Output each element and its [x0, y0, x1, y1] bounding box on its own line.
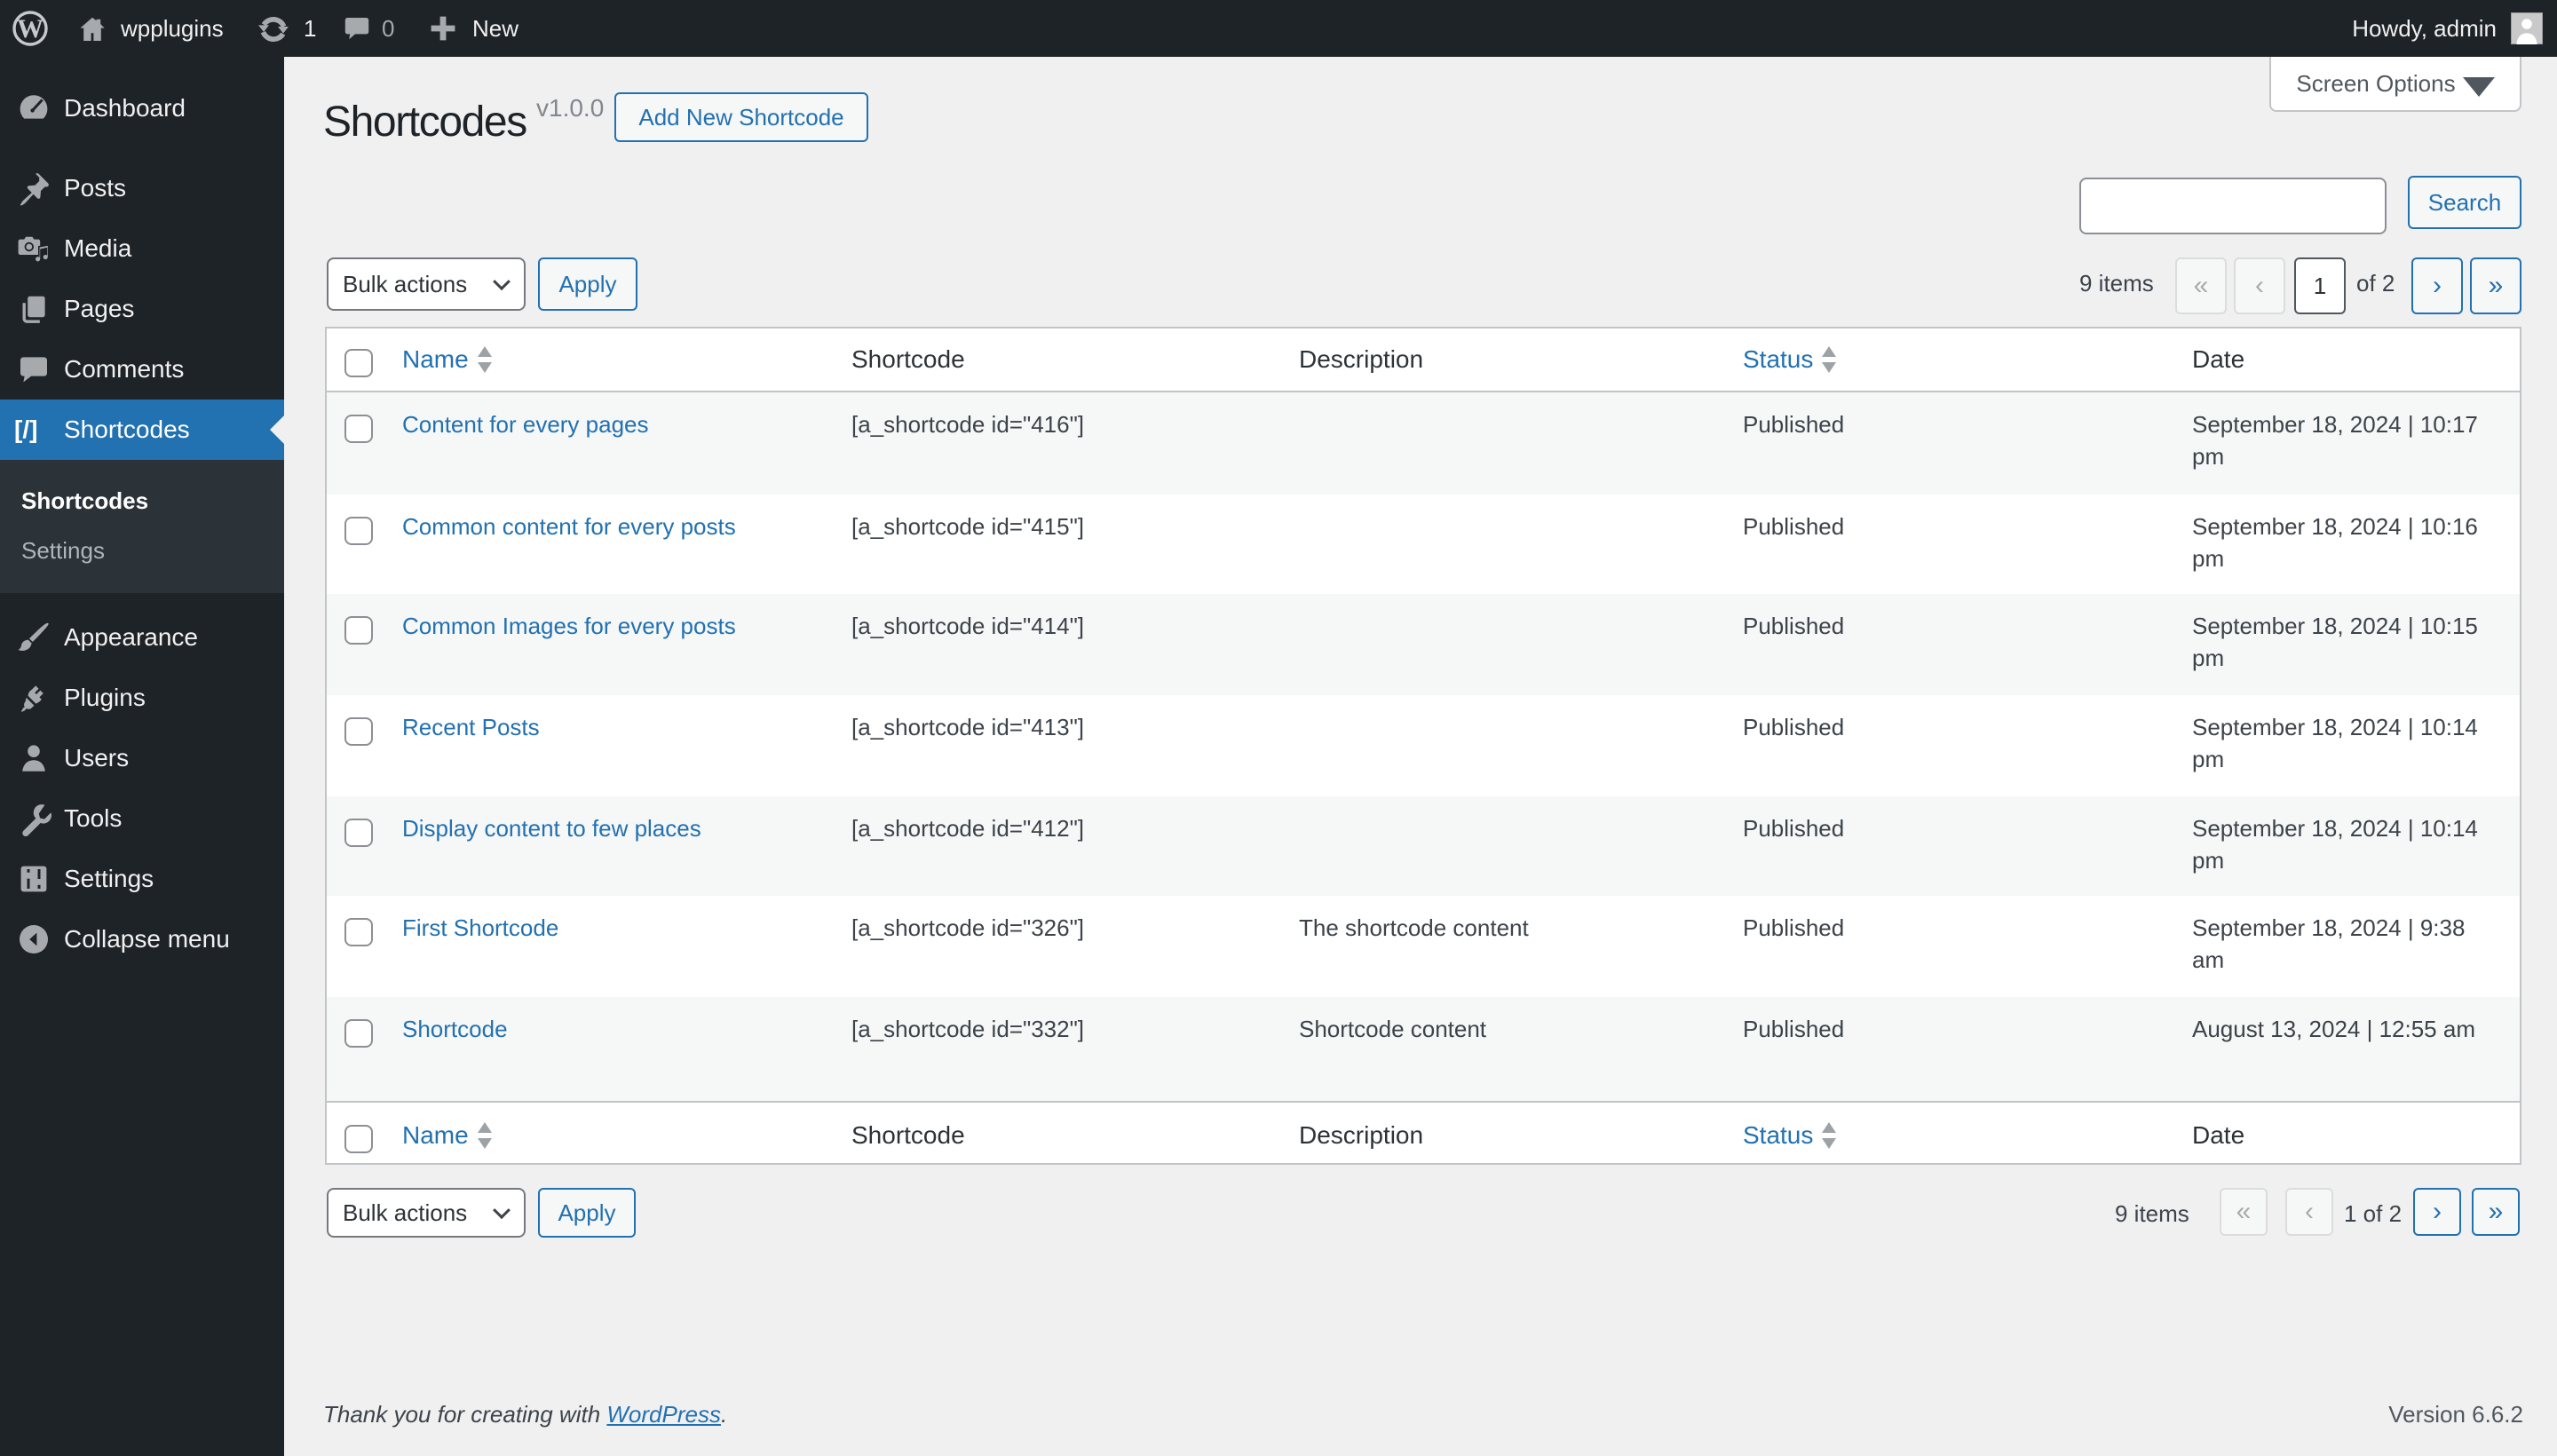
svg-text:W: W — [17, 14, 44, 44]
